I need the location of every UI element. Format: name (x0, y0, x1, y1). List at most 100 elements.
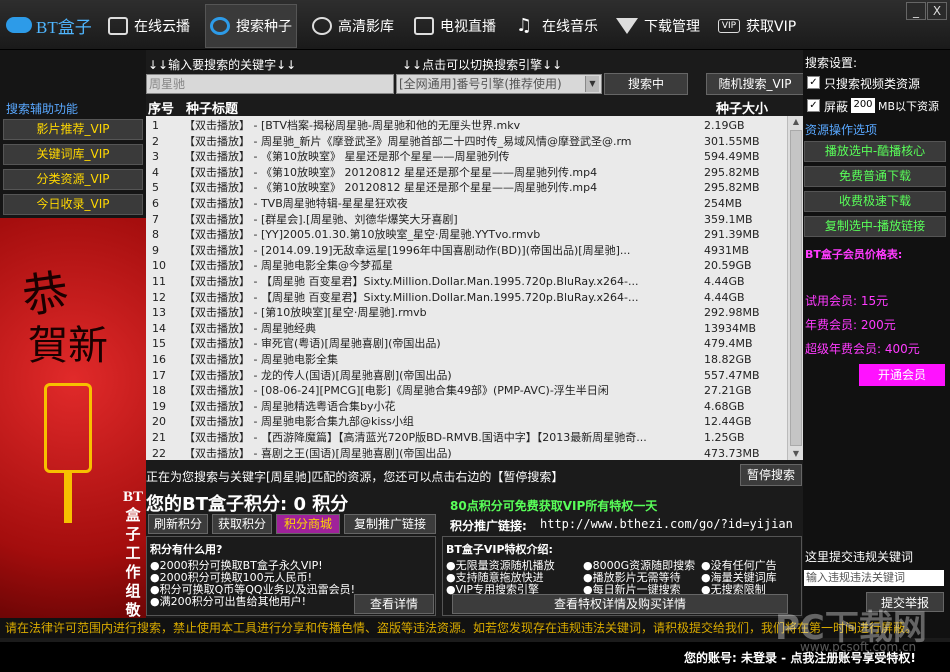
table-row[interactable]: 17 【双击播放】 - 龙的传人(国语)[周星驰喜剧](帝国出品) 557.47MB (146, 368, 787, 384)
table-row[interactable]: 18 【双击播放】 - [08-06-24][PMCG][电影]《周星驰合集49部… (146, 383, 787, 399)
row-title: 【双击播放】 - 【周星驰 百变星君】Sixty.Million.Dollar.… (184, 290, 639, 304)
row-number: 20 (152, 415, 166, 429)
keyword-library-button[interactable]: 关键词库_VIP (3, 144, 143, 165)
points-score: 您的BT盒子积分: 0 积分 (146, 494, 349, 515)
row-size: 20.59GB (704, 259, 752, 273)
table-row[interactable]: 9 【双击播放】 - [2014.09.19]无敌幸运星[1996年中国喜剧动作(… (146, 243, 787, 259)
video-only-checkbox[interactable]: ✓ (807, 76, 820, 89)
table-row[interactable]: 2 【双击播放】 - 周星驰_新片《摩登武圣》周星驰首部二十四时传_易域风情@摩登… (146, 134, 787, 150)
table-row[interactable]: 13 【双击播放】 - [第10放映室][星空·周星驰].rmvb 292.98MB (146, 305, 787, 321)
search-button[interactable]: 搜索中 (604, 73, 688, 95)
block-small-checkbox[interactable]: ✓ (807, 99, 820, 112)
copy-promo-link-button[interactable]: 复制推广链接 (344, 514, 436, 534)
minimize-button[interactable]: _ (906, 2, 926, 20)
row-number: 21 (152, 431, 166, 444)
open-membership-button[interactable]: 开通会员 (859, 364, 945, 386)
row-title: 【双击播放】 - 《第10放映室》 星星还是那个星星——周星驰列传 (184, 150, 510, 164)
tab-download-manager[interactable]: 下载管理 (616, 8, 700, 44)
row-title: 【双击播放】 - 【周星驰 百变星君】Sixty.Million.Dollar.… (184, 275, 639, 288)
row-number: 2 (152, 134, 159, 148)
refresh-points-button[interactable]: 刷新积分 (148, 514, 208, 534)
row-size: 295.82MB (704, 181, 760, 195)
play-selected-button[interactable]: 播放选中-酷播核心 (804, 141, 946, 162)
fast-download-button[interactable]: 收费极速下载 (804, 191, 946, 212)
category-resources-button[interactable]: 分类资源_VIP (3, 169, 143, 190)
results-scrollbar[interactable]: ▲ ▼ (787, 116, 803, 460)
row-title: 【双击播放】 - 审死官(粤语)[周星驰喜剧](帝国出品) (184, 337, 441, 351)
tab-online-cloud-play[interactable]: 在线云播 (108, 8, 190, 44)
table-row[interactable]: 8 【双击播放】 - [YY]2005.01.30.第10放映室_星空·周星驰.Y… (146, 227, 787, 243)
table-row[interactable]: 22 【双击播放】 - 喜剧之王(国语)[周星驰喜剧](帝国出品) 473.73MB (146, 446, 787, 460)
table-row[interactable]: 19 【双击播放】 - 周星驰精选粤语合集by小花 4.68GB (146, 399, 787, 415)
row-number: 19 (152, 399, 166, 413)
scroll-up-icon[interactable]: ▲ (790, 116, 802, 128)
points-mall-button[interactable]: 积分商城 (276, 514, 340, 534)
points-usage-title: 积分有什么用? (150, 543, 223, 556)
get-points-button[interactable]: 获取积分 (212, 514, 272, 534)
table-row[interactable]: 11 【双击播放】 - 【周星驰 百变星君】Sixty.Million.Dolla… (146, 274, 787, 290)
tab-get-vip[interactable]: VIP 获取VIP (718, 8, 796, 44)
row-title: 【双击播放】 - 《第10放映室》 20120812 星星还是那个星星——周星驰… (184, 165, 598, 179)
table-row[interactable]: 5 【双击播放】 - 《第10放映室》 20120812 星星还是那个星星——周星… (146, 180, 787, 196)
row-title: 【双击播放】 - 龙的传人(国语)[周星驰喜剧](帝国出品) (184, 368, 452, 382)
table-row[interactable]: 20 【双击播放】 - 周星驰电影合集九部@kiss小组 12.44GB (146, 414, 787, 430)
reel-icon (312, 17, 332, 35)
site-watermark-url: www.pcsoft.com.cn (800, 640, 917, 654)
row-number: 7 (152, 212, 159, 226)
row-title: 【双击播放】 - 【西游降魔篇】【高清蓝光720P版BD-RMVB.国语中字】【… (184, 431, 647, 444)
row-number: 3 (152, 150, 159, 164)
table-row[interactable]: 14 【双击播放】 - 周星驰经典 13934MB (146, 321, 787, 337)
download-icon (616, 18, 638, 34)
min-size-input[interactable]: 200 (851, 98, 875, 113)
row-size: 4.68GB (704, 399, 745, 413)
price-yearly: 年费会员: 200元 (805, 318, 896, 332)
search-keyword-input[interactable]: 周星驰 (146, 74, 394, 94)
engine-hint: ↓↓点击可以切换搜索引擎↓↓ (402, 58, 563, 72)
table-row[interactable]: 21 【双击播放】 - 【西游降魔篇】【高清蓝光720P版BD-RMVB.国语中字… (146, 430, 787, 446)
banner-calligraphy-2: 賀新 (28, 323, 108, 368)
row-title: 【双击播放】 - 周星驰电影合集九部@kiss小组 (184, 415, 414, 429)
points-promo: 80点积分可免费获取VIP所有特权一天 (450, 499, 658, 513)
table-row[interactable]: 3 【双击播放】 - 《第10放映室》 星星还是那个星星——周星驰列传 594.49… (146, 149, 787, 165)
tab-online-music[interactable]: ♫ 在线音乐 (516, 8, 598, 44)
table-row[interactable]: 7 【双击播放】 - [群星会].[周星驰、刘德华爆笑大牙喜剧] 359.1MB (146, 212, 787, 228)
view-vip-details-button[interactable]: 查看特权详情及购买详情 (452, 594, 788, 614)
pause-search-button[interactable]: 暂停搜索 (740, 464, 802, 486)
random-search-button[interactable]: 随机搜索_VIP (706, 73, 804, 95)
table-row[interactable]: 12 【双击播放】 - 【周星驰 百变星君】Sixty.Million.Dolla… (146, 290, 787, 306)
scrollbar-thumb[interactable] (790, 130, 802, 446)
row-size: 4.44GB (704, 290, 745, 304)
movie-recommend-button[interactable]: 影片推荐_VIP (3, 119, 143, 140)
row-size: 291.39MB (704, 228, 760, 242)
promo-link-url[interactable]: http://www.bthezi.com/go/?id=yijian (540, 517, 793, 531)
row-size: 4.44GB (704, 275, 745, 288)
tab-hd-library[interactable]: 高清影库 (312, 8, 394, 44)
table-row[interactable]: 16 【双击播放】 - 周星驰电影全集 18.82GB (146, 352, 787, 368)
block-small-suffix: MB以下资源 (878, 100, 940, 113)
table-row[interactable]: 10 【双击播放】 - 周星驰电影全集@今梦孤星 20.59GB (146, 258, 787, 274)
tab-search-torrents[interactable]: 搜索种子 (205, 4, 297, 48)
app-logo: BT盒子 (6, 12, 92, 38)
row-title: 【双击播放】 - [2014.09.19]无敌幸运星[1996年中国喜剧动作(B… (184, 243, 631, 257)
close-button[interactable]: X (927, 2, 947, 20)
price-super-yearly: 超级年费会员: 400元 (805, 342, 920, 356)
row-number: 15 (152, 337, 166, 351)
banner-vertical-text: BT盒子工作组敬 (122, 489, 143, 619)
table-row[interactable]: 6 【双击播放】 - TVB周星驰特辑-星星星狂欢夜 254MB (146, 196, 787, 212)
search-engine-select[interactable]: [全网通用]番号引擎(推荐使用) ▼ (396, 74, 602, 94)
tab-tv-live[interactable]: 电视直播 (414, 8, 496, 44)
copy-play-link-button[interactable]: 复制选中-播放链接 (804, 216, 946, 237)
free-download-button[interactable]: 免费普通下载 (804, 166, 946, 187)
row-size: 557.47MB (704, 368, 760, 382)
music-icon: ♫ (516, 15, 533, 36)
today-collection-button[interactable]: 今日收录_VIP (3, 194, 143, 215)
row-size: 359.1MB (704, 212, 753, 226)
report-keyword-input[interactable]: 输入违规违法关键词 (804, 570, 944, 586)
table-row[interactable]: 4 【双击播放】 - 《第10放映室》 20120812 星星还是那个星星——周星… (146, 165, 787, 181)
table-row[interactable]: 15 【双击播放】 - 审死官(粤语)[周星驰喜剧](帝国出品) 479.4MB (146, 336, 787, 352)
table-row[interactable]: 1 【双击播放】 - [BTV档案-揭秘周星驰-周星驰和他的无厘头世界.mkv 2.… (146, 118, 787, 134)
row-number: 18 (152, 384, 166, 398)
scroll-down-icon[interactable]: ▼ (790, 448, 802, 460)
row-number: 4 (152, 165, 159, 179)
view-details-button[interactable]: 查看详情 (354, 594, 434, 614)
